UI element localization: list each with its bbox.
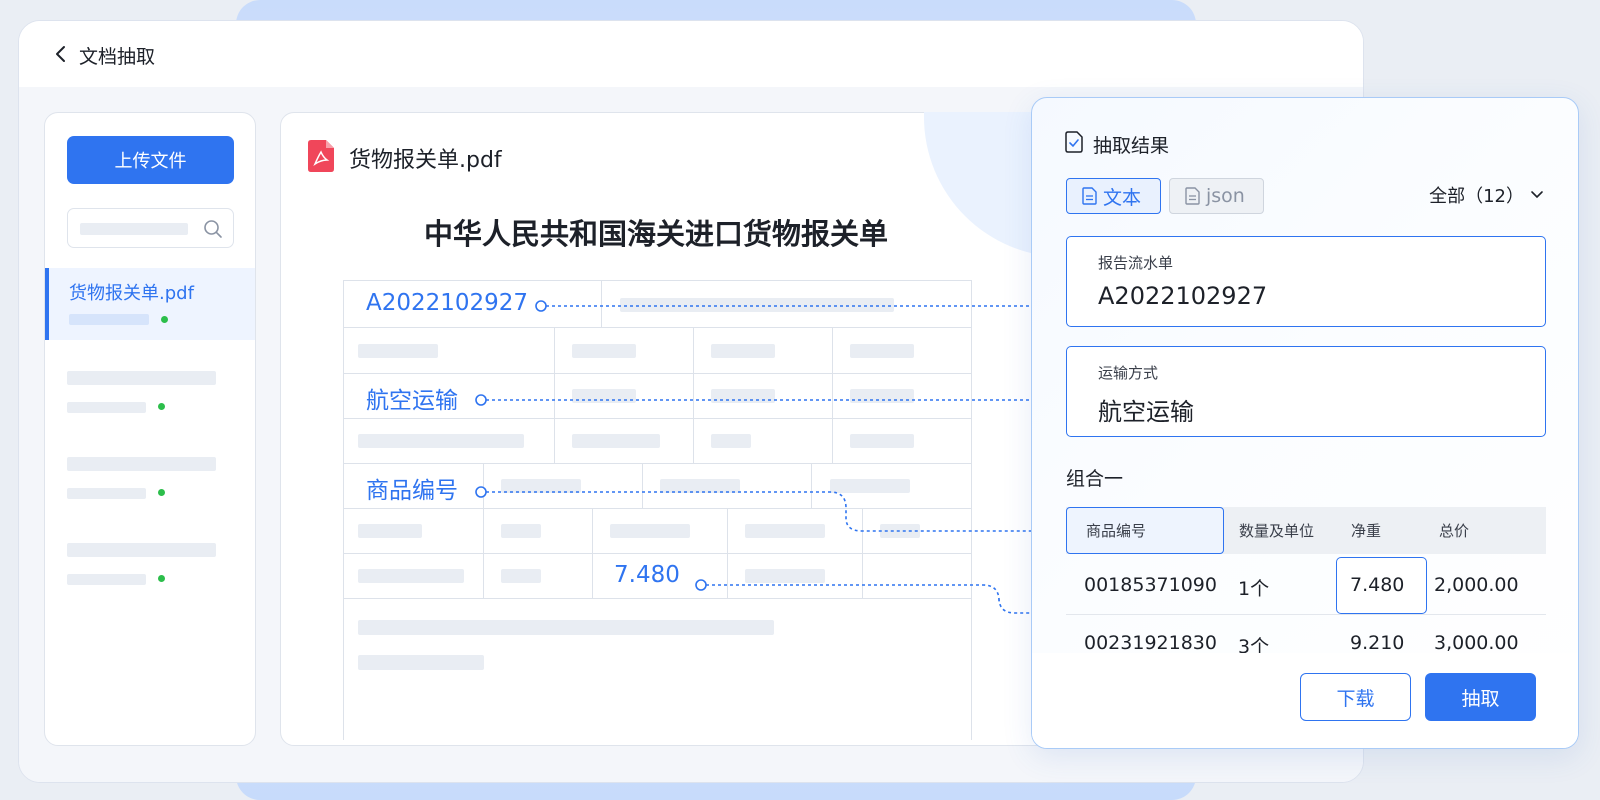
group-table-header: 商品编号 数量及单位 净重 总价 [1066,507,1546,554]
document-preview: 货物报关单.pdf 中华人民共和国海关进口货物报关单 A2022102927 航… [280,112,1060,746]
file-item-placeholder[interactable] [45,358,255,430]
results-footer: 下载 抽取 [1032,653,1578,748]
download-button[interactable]: 下载 [1300,673,1411,721]
status-dot [158,575,165,582]
title-bar: 文档抽取 [19,21,1363,87]
field-value: 航空运输 [1098,398,1194,426]
extract-button[interactable]: 抽取 [1425,673,1536,721]
table-cell: 9.210 [1350,632,1405,654]
results-filter-dropdown[interactable]: 全部（12） [1429,182,1544,208]
tab-json-label: json [1206,185,1245,207]
file-name: 货物报关单.pdf [69,283,194,304]
filter-label: 全部（12） [1429,186,1524,207]
chevron-down-icon [1531,191,1543,199]
file-item-placeholder[interactable] [45,444,255,516]
document-icon [1185,187,1200,205]
tab-json[interactable]: json [1169,178,1264,214]
file-sidebar: 上传文件 货物报关单.pdf [44,112,256,746]
document-heading: 中华人民共和国海关进口货物报关单 [423,217,888,251]
pdf-file-icon [308,140,334,172]
upload-button[interactable]: 上传文件 [67,136,234,184]
chevron-left-icon[interactable] [51,43,71,65]
status-dot [161,316,168,323]
results-title: 抽取结果 [1093,135,1170,157]
search-placeholder [80,223,188,235]
highlight-product-code[interactable]: 商品编号 [366,471,458,505]
field-report-number[interactable]: 报告流水单 A2022102927 [1066,236,1546,327]
document-check-icon [1065,131,1083,153]
page-title: 文档抽取 [79,46,156,68]
extraction-results-panel: 抽取结果 文本 json 全部（12） 报告流水单 A2022102927 运输… [1031,97,1579,749]
status-dot [158,489,165,496]
table-cell: 1个 [1238,578,1270,600]
field-label: 报告流水单 [1098,254,1174,272]
field-label: 运输方式 [1098,364,1159,382]
document-icon [1082,187,1097,205]
tab-text-label: 文本 [1103,186,1142,209]
file-item-placeholder[interactable] [45,530,255,602]
tab-text[interactable]: 文本 [1066,178,1161,214]
field-value: A2022102927 [1098,282,1268,310]
file-meta-placeholder [69,314,149,325]
status-dot [158,403,165,410]
column-header: 总价 [1439,522,1470,540]
table-cell: 2,000.00 [1434,574,1519,596]
highlight-report-number[interactable]: A2022102927 [366,290,528,316]
highlight-net-weight[interactable]: 7.480 [614,562,680,588]
file-item-active[interactable]: 货物报关单.pdf [45,268,255,340]
search-icon [204,220,222,238]
table-cell: 3,000.00 [1434,632,1519,654]
highlight-transport-mode[interactable]: 航空运输 [366,381,458,415]
declaration-form-table: A2022102927 航空运输 商品编号 7.480 [343,280,972,740]
column-header: 净重 [1351,522,1382,540]
search-input[interactable] [67,208,234,248]
table-cell: 00185371090 [1084,574,1217,596]
column-header: 商品编号 [1086,522,1147,540]
field-transport-mode[interactable]: 运输方式 航空运输 [1066,346,1546,437]
table-cell: 00231921830 [1084,632,1217,654]
document-filename: 货物报关单.pdf [349,148,502,173]
table-cell: 7.480 [1350,574,1405,596]
row-divider [1066,614,1546,615]
column-header: 数量及单位 [1239,522,1315,540]
group-title: 组合一 [1066,468,1124,490]
